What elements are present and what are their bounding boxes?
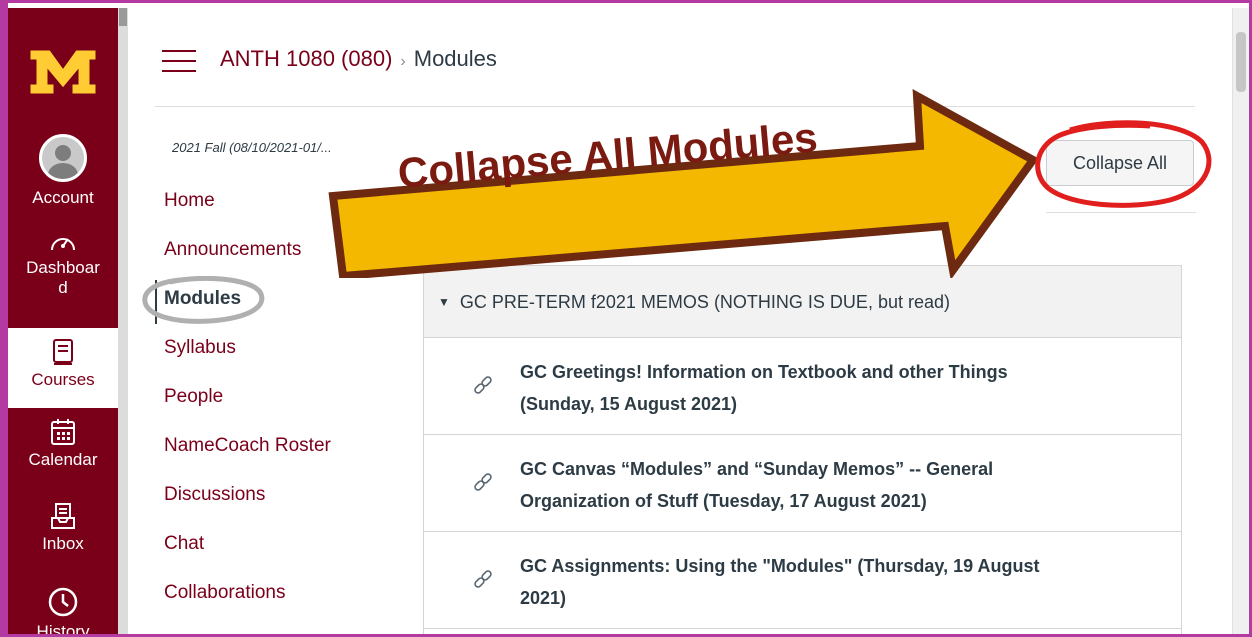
- nav-inbox[interactable]: Inbox: [8, 502, 118, 554]
- module-item[interactable]: GC Greetings! Information on Textbook an…: [424, 338, 1181, 435]
- breadcrumb-separator: ›: [400, 53, 406, 70]
- nav-dashboard-label: Dashboard: [26, 258, 100, 297]
- module-item-title[interactable]: GC Assignments: Using the "Modules" (Thu…: [520, 550, 1080, 614]
- module-item-title-line2: 2021): [520, 588, 567, 608]
- calendar-icon: [51, 419, 75, 445]
- breadcrumb-course-link[interactable]: ANTH 1080 (080): [220, 46, 392, 71]
- course-nav-discussions[interactable]: Discussions: [164, 484, 265, 506]
- breadcrumb: ANTH 1080 (080) › Modules: [220, 44, 497, 77]
- module-title: GC PRE-TERM f2021 MEMOS (NOTHING IS DUE,…: [459, 292, 950, 312]
- breadcrumb-current: Modules: [413, 46, 497, 71]
- dashboard-icon: [51, 238, 75, 251]
- toolbar-divider: [1046, 212, 1196, 213]
- avatar-icon: [39, 134, 87, 182]
- module-item[interactable]: GC Assignments: Using the "Modules" (Thu…: [424, 532, 1181, 629]
- hamburger-menu-icon[interactable]: [162, 50, 196, 72]
- inbox-icon: [51, 503, 75, 529]
- link-icon: [474, 570, 492, 588]
- module-item-title-line2: (Sunday, 15 August 2021): [520, 394, 738, 414]
- link-icon: [474, 473, 492, 491]
- left-scrollbar[interactable]: [118, 8, 128, 634]
- course-nav-chat[interactable]: Chat: [164, 533, 204, 555]
- link-icon: [474, 376, 492, 394]
- term-label: 2021 Fall (08/10/2021-01/...: [172, 140, 332, 155]
- module-item-title[interactable]: GC Canvas “Modules” and “Sunday Memos” -…: [520, 453, 1080, 517]
- module: ▼ GC PRE-TERM f2021 MEMOS (NOTHING IS DUE…: [423, 265, 1182, 637]
- nav-history-label: History: [36, 622, 90, 634]
- module-item-title-line2: Organization of Stuff (Tuesday, 17 Augus…: [520, 491, 927, 511]
- course-nav-home[interactable]: Home: [164, 190, 215, 212]
- courses-icon: [53, 339, 73, 365]
- history-icon: [48, 587, 78, 617]
- nav-dashboard[interactable]: Dashboard: [8, 230, 118, 298]
- course-nav-people[interactable]: People: [164, 386, 223, 408]
- modules-highlight-oval: [142, 276, 265, 324]
- nav-courses-label: Courses: [31, 370, 95, 389]
- course-nav-syllabus[interactable]: Syllabus: [164, 337, 236, 359]
- collapse-triangle-icon[interactable]: ▼: [438, 295, 450, 309]
- nav-calendar[interactable]: Calendar: [8, 418, 118, 470]
- nav-calendar-label: Calendar: [28, 450, 98, 469]
- nav-history[interactable]: History: [8, 586, 118, 634]
- university-logo[interactable]: [28, 46, 98, 96]
- collapse-all-highlight-oval: [1035, 120, 1212, 208]
- course-nav-namecoach-roster[interactable]: NameCoach Roster: [164, 435, 331, 457]
- nav-account-label: Account: [32, 188, 94, 207]
- course-nav-announcements[interactable]: Announcements: [164, 239, 301, 261]
- module-item-title-line1: GC Assignments: Using the "Modules" (Thu…: [520, 556, 1040, 576]
- global-nav: Account Dashboard Courses Calendar Inbox…: [8, 8, 118, 634]
- module-item[interactable]: GC Canvas “Modules” and “Sunday Memos” -…: [424, 435, 1181, 532]
- nav-courses[interactable]: Courses: [8, 328, 118, 408]
- page-scrollbar[interactable]: [1232, 8, 1249, 634]
- nav-inbox-label: Inbox: [42, 534, 84, 553]
- nav-account[interactable]: Account: [8, 134, 118, 208]
- course-nav-collaborations[interactable]: Collaborations: [164, 582, 285, 604]
- module-item-title[interactable]: GC Greetings! Information on Textbook an…: [520, 356, 1080, 420]
- module-item-title-line1: GC Greetings! Information on Textbook an…: [520, 362, 1008, 382]
- module-item-title-line1: GC Canvas “Modules” and “Sunday Memos” -…: [520, 459, 994, 479]
